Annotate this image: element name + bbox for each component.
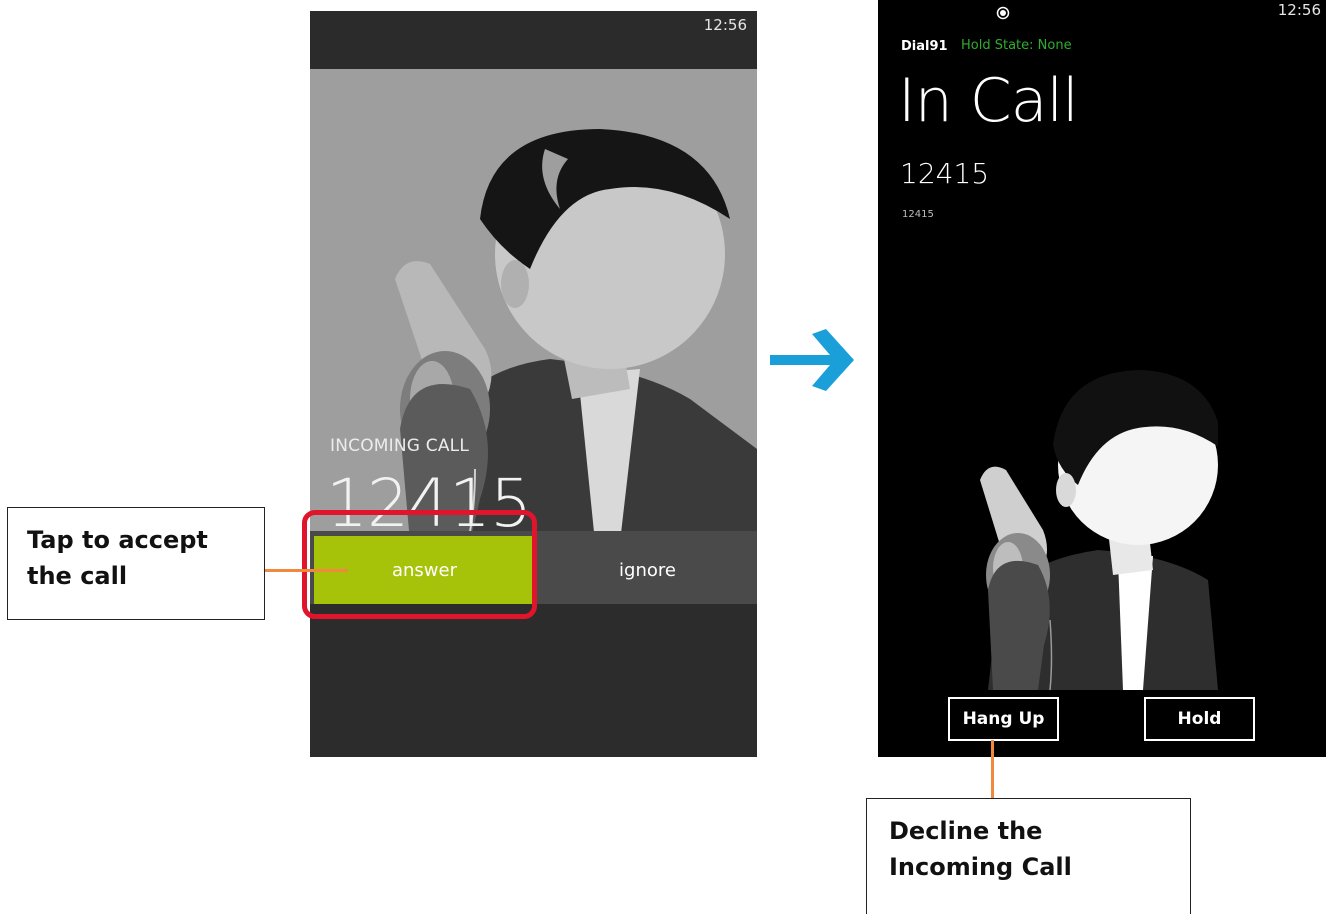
status-bar: 12:56: [310, 11, 757, 69]
status-time: 12:56: [703, 16, 747, 34]
in-call-screen: 12:56 Dial91 Hold State: None In Call 12…: [878, 0, 1326, 757]
accept-callout: Tap to accept the call: [7, 507, 265, 620]
decline-callout: Decline the Incoming Call: [866, 798, 1191, 914]
decline-callout-line2: Incoming Call: [889, 853, 1072, 881]
call-number: 12415: [900, 157, 990, 190]
page-title: In Call: [898, 66, 1079, 136]
app-name: Dial91: [901, 39, 948, 54]
answer-highlight: [302, 510, 537, 619]
call-number-detail: 12415: [902, 209, 934, 220]
radio-dot-icon: [996, 6, 1010, 20]
accept-callout-line1: Tap to accept: [27, 526, 208, 554]
accept-callout-line2: the call: [27, 562, 128, 590]
incoming-call-screen: 12:56 INCOMING CALL 12415 answer ignore: [310, 11, 757, 757]
hold-button[interactable]: Hold: [1144, 697, 1255, 741]
right-arrow-icon: [770, 329, 854, 391]
ignore-button[interactable]: ignore: [538, 536, 757, 604]
status-time: 12:56: [1277, 1, 1321, 19]
caller-photo: INCOMING CALL 12415: [310, 69, 757, 542]
incoming-call-label: INCOMING CALL: [330, 436, 469, 456]
hold-state: Hold State: None: [961, 38, 1072, 53]
person-on-phone-icon: [980, 370, 1218, 690]
accept-leader-line: [265, 569, 348, 572]
decline-callout-line1: Decline the: [889, 817, 1043, 845]
hang-up-button[interactable]: Hang Up: [948, 697, 1059, 741]
lower-panel: [310, 604, 757, 757]
decline-leader-line: [991, 740, 994, 798]
